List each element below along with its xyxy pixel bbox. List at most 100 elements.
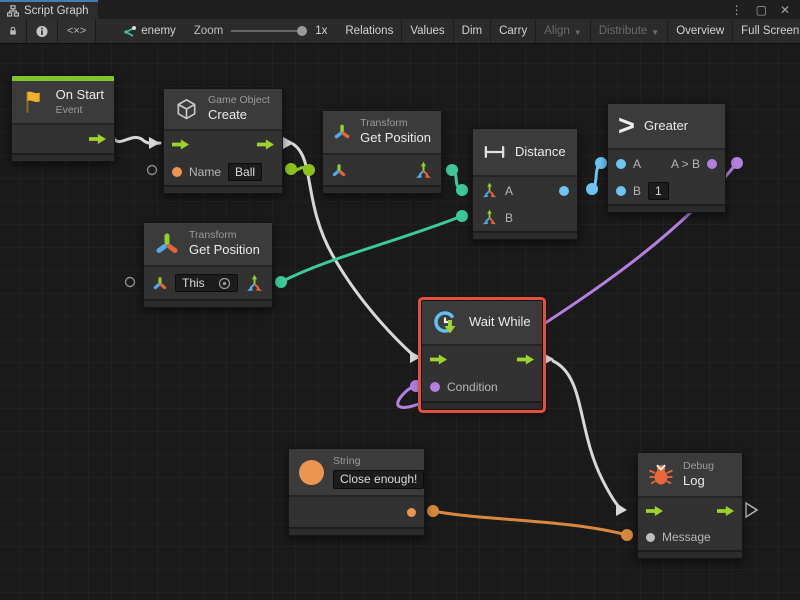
unconnected-port-circle[interactable]	[148, 166, 157, 175]
transform-input-port[interactable]	[331, 163, 347, 178]
script-graph-asset-icon	[122, 25, 137, 38]
flow-row	[422, 346, 542, 373]
string-value-field[interactable]: Close enough!	[333, 470, 424, 489]
node-string[interactable]: String Close enough!	[288, 448, 425, 536]
node-get-position-a[interactable]: Transform Get Position	[322, 110, 442, 194]
flow-arrowhead	[616, 503, 627, 516]
dim-button[interactable]: Dim	[454, 19, 491, 43]
flow-output-port[interactable]	[717, 505, 734, 517]
wire-waitwhile-to-log[interactable]	[553, 361, 620, 508]
align-dropdown[interactable]: Align▼	[536, 19, 591, 43]
port-row: Condition	[422, 373, 542, 401]
lock-icon	[9, 25, 17, 37]
node-title: Distance	[515, 144, 566, 160]
vector-input-port-a[interactable]	[481, 182, 498, 199]
zoom-slider[interactable]	[231, 30, 307, 32]
condition-input-port[interactable]	[430, 382, 440, 392]
position-output-port[interactable]	[245, 274, 264, 293]
graph-hierarchy-icon	[7, 5, 19, 17]
close-icon[interactable]: ✕	[780, 4, 790, 16]
wire-string-to-message[interactable]	[433, 511, 627, 535]
port-label: B	[633, 184, 641, 198]
name-field[interactable]: Ball	[228, 163, 262, 181]
node-header: > Greater	[608, 104, 725, 150]
flow-input-port[interactable]	[172, 139, 189, 151]
chevron-down-icon: ▼	[574, 28, 582, 37]
result-output-port[interactable]	[559, 186, 569, 196]
target-field[interactable]: This	[175, 274, 238, 292]
flow-output-port[interactable]	[517, 354, 534, 366]
tab-script-graph[interactable]: Script Graph	[0, 0, 98, 19]
full-screen-button[interactable]: Full Screen	[733, 19, 800, 43]
zoom-value: 1x	[315, 25, 327, 37]
node-header: Distance	[473, 129, 577, 177]
node-create[interactable]: Game Object Create Name Ball	[163, 88, 283, 194]
flow-output-port[interactable]	[257, 139, 274, 151]
node-title: Create	[208, 107, 270, 123]
port-row: B 1	[608, 177, 725, 204]
transform-input-port[interactable]	[152, 276, 168, 291]
node-footer	[608, 204, 725, 212]
node-greater[interactable]: > Greater A A > B B 1	[607, 103, 726, 213]
lock-button[interactable]	[0, 19, 27, 43]
string-output-port[interactable]	[407, 508, 416, 517]
node-title: Greater	[644, 118, 688, 134]
position-output-port[interactable]	[414, 161, 433, 180]
output-label: A > B	[671, 157, 700, 171]
node-header: Transform Get Position	[323, 111, 441, 155]
port-dot	[586, 183, 598, 195]
node-debug-log[interactable]: Debug Log Message	[637, 452, 743, 559]
info-button[interactable]	[27, 19, 58, 43]
values-button[interactable]: Values	[402, 19, 453, 43]
object-picker-icon[interactable]	[218, 277, 231, 290]
node-distance[interactable]: Distance A	[472, 128, 578, 240]
zoom-control: Zoom 1x	[184, 19, 338, 43]
node-title: String	[333, 455, 424, 468]
port-dot	[275, 276, 287, 288]
carry-button[interactable]: Carry	[491, 19, 536, 43]
distribute-dropdown[interactable]: Distribute▼	[591, 19, 669, 43]
port-row: B	[473, 204, 577, 231]
node-header: Transform Get Position	[144, 223, 272, 267]
input-port-b[interactable]	[616, 186, 626, 196]
input-port-a[interactable]	[616, 159, 626, 169]
node-title: Get Position	[360, 130, 431, 146]
unconnected-flow-triangle[interactable]	[746, 503, 757, 517]
info-icon	[36, 25, 48, 38]
port-dot	[427, 505, 439, 517]
graph-ref-label: enemy	[141, 25, 176, 37]
greater-icon: >	[618, 112, 635, 141]
message-input-port[interactable]	[646, 533, 655, 542]
overview-button[interactable]: Overview	[668, 19, 733, 43]
graph-canvas[interactable]: On Start Event Game Object	[0, 44, 800, 600]
unconnected-port-circle[interactable]	[126, 278, 135, 287]
name-input-port[interactable]	[172, 167, 182, 177]
node-wait-while[interactable]: Wait While Condition	[421, 300, 543, 410]
graph-breadcrumb[interactable]: enemy	[114, 19, 184, 43]
node-title: Wait While	[469, 314, 531, 330]
zoom-slider-handle[interactable]	[297, 26, 307, 36]
window-controls: ⋮ ▢ ✕	[731, 0, 800, 19]
port-dot	[456, 210, 468, 222]
flow-output-port[interactable]	[89, 133, 106, 145]
code-view-button[interactable]: <×>	[58, 19, 96, 43]
flow-input-port[interactable]	[646, 505, 663, 517]
node-on-start[interactable]: On Start Event	[11, 75, 115, 162]
zoom-label: Zoom	[194, 25, 223, 37]
wire-getposition-b-to-distance-b[interactable]	[281, 216, 462, 282]
flow-input-port[interactable]	[430, 354, 447, 366]
maximize-icon[interactable]: ▢	[756, 4, 767, 16]
relations-button[interactable]: Relations	[337, 19, 402, 43]
node-footer	[323, 185, 441, 193]
port-row: A	[473, 177, 577, 204]
port-row: Name Ball	[164, 158, 282, 185]
b-value-field[interactable]: 1	[648, 182, 669, 200]
target-value: This	[182, 276, 205, 290]
node-get-position-b[interactable]: Transform Get Position This	[143, 222, 273, 308]
transform-icon	[333, 119, 351, 145]
flow-row	[164, 131, 282, 158]
bool-output-port[interactable]	[707, 159, 717, 169]
more-menu-icon[interactable]: ⋮	[731, 4, 743, 16]
node-footer	[12, 153, 114, 161]
vector-input-port-b[interactable]	[481, 209, 498, 226]
